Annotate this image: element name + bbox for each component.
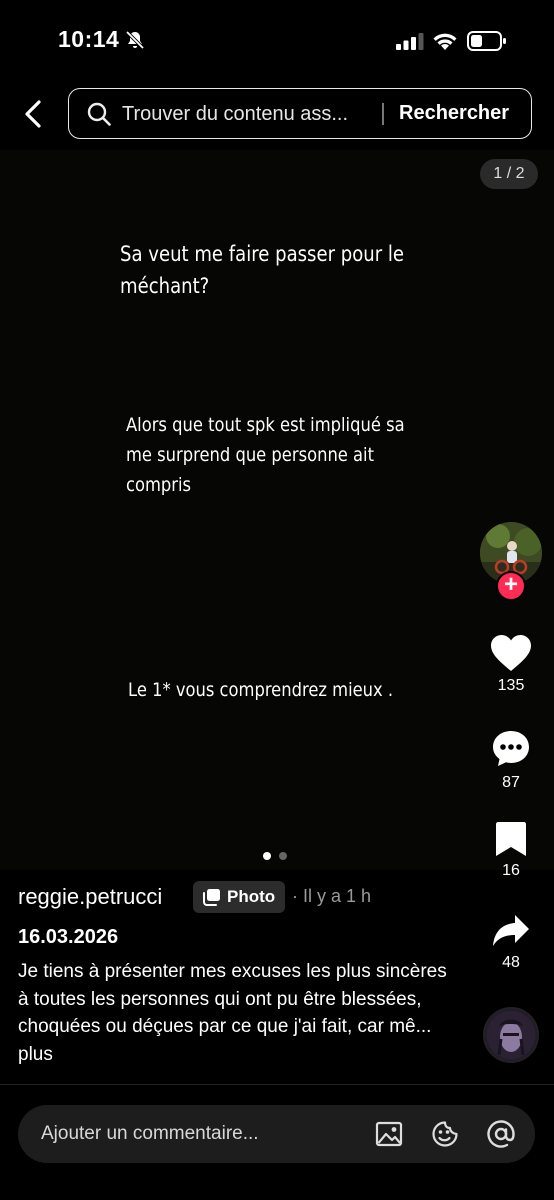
sound-disc[interactable] [483,1007,539,1063]
photo-badge: Photo [193,881,286,913]
battery-icon [467,31,506,51]
share-button[interactable]: 48 [486,912,536,972]
save-count: 16 [502,862,520,879]
plus-icon: + [503,571,518,598]
like-button[interactable]: 135 [486,633,536,695]
image-icon[interactable] [374,1119,404,1149]
more-link[interactable]: plus [18,1044,53,1065]
author-username[interactable]: reggie.petrucci [18,884,162,910]
photo-caption-2: Alors que tout spk est impliqué sa me su… [126,414,405,496]
carousel-dot-active [263,852,271,860]
back-button[interactable] [16,95,50,133]
comment-count: 87 [502,774,520,791]
carousel-dots [263,852,287,860]
comment-bar[interactable]: Ajouter un commentaire... [18,1105,535,1163]
heart-icon [491,635,531,671]
signal-icon [396,33,424,50]
search-icon [87,102,111,126]
search-box[interactable]: Trouver du contenu ass... Rechercher [68,88,532,139]
mention-icon[interactable] [486,1119,516,1149]
post-description-text: Je tiens à présenter mes excuses les plu… [18,961,447,1037]
follow-button[interactable]: + [496,571,526,601]
post-description[interactable]: Je tiens à présenter mes excuses les plu… [18,958,458,1068]
bookmark-icon [496,822,526,856]
like-count: 135 [497,677,525,694]
carousel-dot [279,852,287,860]
photo-badge-label: Photo [227,887,276,906]
search-divider [382,103,384,125]
sound-disc-image [487,1011,535,1059]
post-date: 16.03.2026 [18,926,119,948]
photo-caption-3: Le 1* vous comprendrez mieux . [128,679,394,701]
comment-input[interactable]: Ajouter un commentaire... [41,1123,259,1145]
emoji-icon[interactable] [430,1119,460,1149]
status-bar: 10:14 [0,0,554,84]
save-button[interactable]: 16 [486,820,536,880]
comment-icon [493,731,529,766]
status-time: 10:14 [58,26,120,52]
share-count: 48 [502,954,520,971]
post-time: · Il y a 1 h [292,886,372,906]
search-input[interactable]: Trouver du contenu ass... [122,103,382,126]
divider [0,1084,554,1085]
bell-off-icon [125,30,145,50]
page-counter: 1 / 2 [480,159,538,189]
share-icon [493,915,529,946]
search-button[interactable]: Rechercher [399,102,509,125]
photo-stack-icon [203,889,220,906]
comment-button[interactable]: 87 [486,728,536,792]
wifi-icon [433,33,457,50]
photo-caption-1: Sa veut me faire passer pour le méchant? [120,242,404,298]
chevron-left-icon [25,100,41,128]
